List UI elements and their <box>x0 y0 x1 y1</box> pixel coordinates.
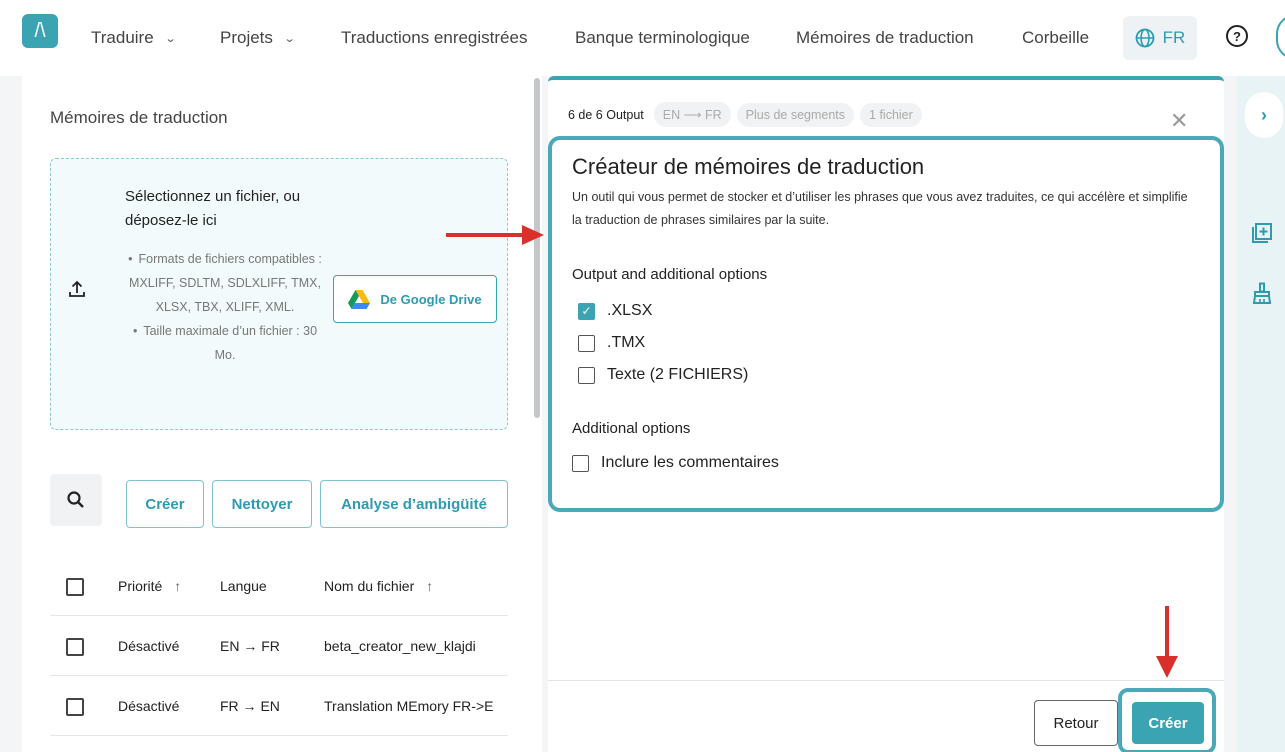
language-selector[interactable]: FR <box>1123 16 1197 60</box>
row-filename: Translation MEmory FR->E <box>324 698 494 714</box>
create-button-highlight: Créer <box>1118 688 1216 752</box>
left-scrollbar[interactable] <box>534 78 540 418</box>
google-drive-button[interactable]: De Google Drive <box>333 275 497 323</box>
language-code: FR <box>1162 28 1186 47</box>
annotation-arrow-icon <box>446 225 544 245</box>
option-xlsx-label: .XLSX <box>607 302 653 319</box>
nav-corbeille[interactable]: Corbeille <box>1022 28 1089 48</box>
chevron-down-icon: ⌄ <box>164 32 177 45</box>
avatar[interactable] <box>1276 14 1285 60</box>
select-all-checkbox[interactable] <box>66 578 84 596</box>
nav-traduire[interactable]: Traduire ⌄ <box>91 28 177 48</box>
left-panel: Mémoires de traduction Sélectionnez un f… <box>22 76 542 752</box>
memory-creator-drawer: 6 de 6 Output EN ⟶ FR Plus de segments 1… <box>548 76 1224 752</box>
right-rail: › <box>1237 76 1285 752</box>
sort-arrow-icon: ↑ <box>174 578 182 594</box>
dropzone-requirements: • Formats de fichiers compatibles : MXLIF… <box>125 247 325 367</box>
filename-header[interactable]: Nom du fichier ↑ <box>324 578 433 594</box>
chevron-right-icon[interactable]: › <box>1245 92 1283 138</box>
nav-corbeille-label: Corbeille <box>1022 28 1090 47</box>
clean-button[interactable]: Nettoyer <box>212 480 312 528</box>
output-options-label: Output and additional options <box>572 266 768 283</box>
option-text[interactable]: Texte (2 FICHIERS) <box>578 366 748 384</box>
creator-description: Un outil qui vous permet de stocker et d… <box>572 190 1188 227</box>
max-size-item: • Taille maximale d’un fichier : 30 Mo. <box>132 324 318 362</box>
row-priority: Désactivé <box>118 638 180 654</box>
creator-title: Créateur de mémoires de traduction <box>572 154 925 179</box>
cleaning-brush-icon[interactable] <box>1251 282 1273 304</box>
app-logo[interactable]: /\ <box>22 14 58 48</box>
option-include-comments-label: Inclure les commentaires <box>601 454 779 471</box>
nav-projets-label: Projets <box>220 28 273 47</box>
globe-icon <box>1135 28 1155 48</box>
annotation-arrow-icon <box>1156 606 1178 678</box>
panel-title: Mémoires de traduction <box>50 108 228 127</box>
nav-banque-terminologique-label: Banque terminologique <box>575 28 750 47</box>
nav-memoires-de-traduction-label: Mémoires de traduction <box>796 28 974 47</box>
nav-projets[interactable]: Projets ⌄ <box>220 28 296 48</box>
language-header: Langue <box>220 578 267 594</box>
nav-traductions-enregistrees[interactable]: Traductions enregistrées <box>341 28 527 48</box>
file-count-pill: 1 fichier <box>860 102 922 127</box>
checkbox-icon[interactable] <box>578 334 595 352</box>
row-checkbox[interactable] <box>66 698 84 716</box>
additional-options-label: Additional options <box>572 420 691 437</box>
row-priority: Désactivé <box>118 698 180 714</box>
back-button[interactable]: Retour <box>1034 700 1118 746</box>
add-grid-icon[interactable] <box>1251 222 1273 244</box>
priority-header[interactable]: Priorité ↑ <box>118 578 181 594</box>
table-header: Priorité ↑ Langue Nom du fichier ↑ <box>50 558 508 616</box>
search-icon <box>67 491 84 508</box>
upload-icon <box>69 280 85 297</box>
step-breadcrumb: 6 de 6 Output EN ⟶ FR Plus de segments 1… <box>568 102 922 127</box>
google-drive-label: De Google Drive <box>380 291 482 307</box>
search-button[interactable] <box>50 474 102 526</box>
option-tmx[interactable]: .TMX <box>578 334 645 352</box>
dropzone-heading: Sélectionnez un fichier, ou déposez-le i… <box>125 188 301 229</box>
checkbox-icon[interactable] <box>572 454 589 472</box>
nav-traduire-label: Traduire <box>91 28 154 47</box>
file-dropzone[interactable]: Sélectionnez un fichier, ou déposez-le i… <box>50 158 508 430</box>
option-tmx-label: .TMX <box>607 334 646 351</box>
chevron-down-icon: ⌄ <box>283 32 296 45</box>
max-size-text: Taille maximale d’un fichier : 30 Mo. <box>143 324 318 362</box>
google-drive-icon <box>348 289 371 309</box>
create-button[interactable]: Créer <box>1132 702 1204 744</box>
table-row[interactable]: Désactivé EN → FR beta_creator_new_klajd… <box>50 618 508 676</box>
nav-banque-terminologique[interactable]: Banque terminologique <box>575 28 750 48</box>
row-filename: beta_creator_new_klajdi <box>324 638 476 654</box>
segments-pill: Plus de segments <box>736 102 855 127</box>
nav-memoires-de-traduction[interactable]: Mémoires de traduction <box>796 28 974 48</box>
creator-options-section: Créateur de mémoires de traduction Un ou… <box>548 136 1224 512</box>
step-indicator: 6 de 6 Output <box>568 107 644 122</box>
filename-header-label: Nom du fichier <box>324 578 415 594</box>
row-language: FR → EN <box>220 698 280 714</box>
language-pair-pill: EN ⟶ FR <box>653 102 731 127</box>
checkbox-checked-icon[interactable]: ✓ <box>578 302 595 320</box>
checkbox-icon[interactable] <box>578 366 595 384</box>
table-row[interactable]: Désactivé FR → EN Translation MEmory FR-… <box>50 678 508 736</box>
option-include-comments[interactable]: Inclure les commentaires <box>572 454 779 472</box>
top-navigation: /\ Traduire ⌄ Projets ⌄ Traductions enre… <box>0 0 1285 76</box>
formats-item: • Formats de fichiers compatibles : MXLIF… <box>128 252 322 314</box>
drawer-footer-divider <box>548 680 1224 681</box>
row-language: EN → FR <box>220 638 280 654</box>
create-memory-button[interactable]: Créer <box>126 480 204 528</box>
ambiguity-analysis-button[interactable]: Analyse d’ambigüité <box>320 480 508 528</box>
option-text-label: Texte (2 FICHIERS) <box>607 366 749 383</box>
sort-arrow-icon: ↑ <box>426 578 434 594</box>
formats-text: Formats de fichiers compatibles : MXLIFF… <box>129 252 322 314</box>
option-xlsx[interactable]: ✓ .XLSX <box>578 302 652 320</box>
priority-header-label: Priorité <box>118 578 163 594</box>
nav-traductions-enregistrees-label: Traductions enregistrées <box>341 28 528 47</box>
close-icon[interactable]: ✕ <box>1170 108 1188 134</box>
help-icon[interactable]: ? <box>1226 25 1248 47</box>
row-checkbox[interactable] <box>66 638 84 656</box>
